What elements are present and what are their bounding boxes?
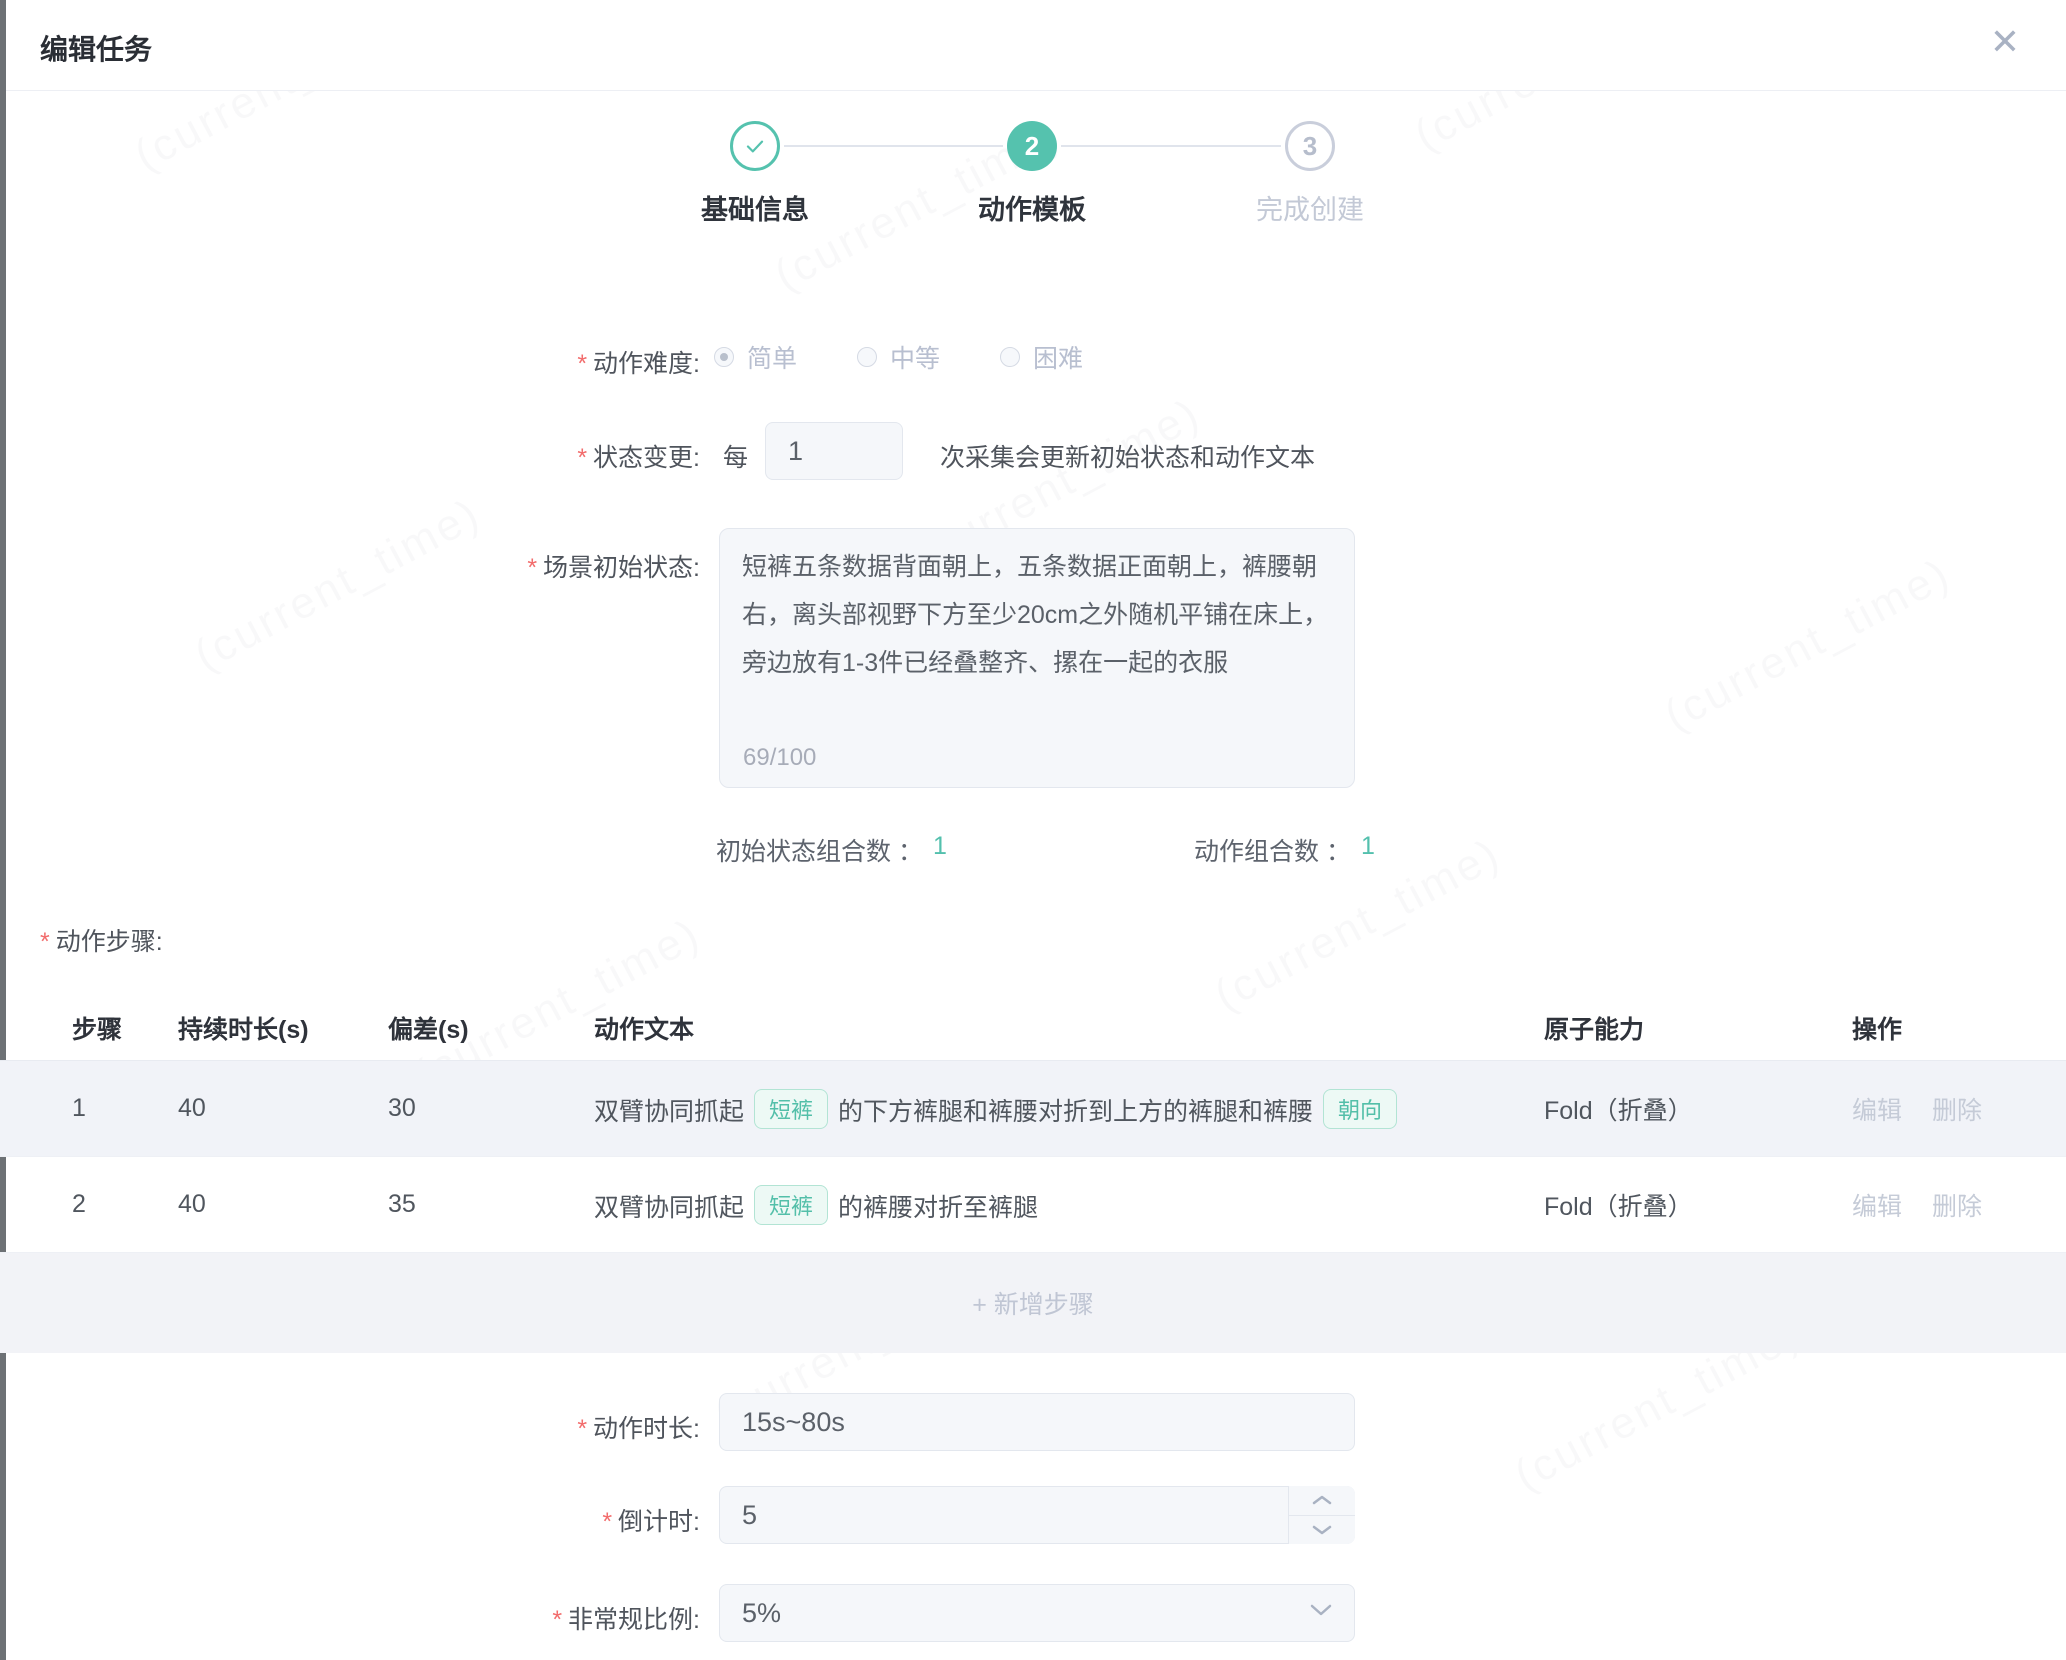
action-steps-label: *动作步骤:: [40, 922, 163, 958]
radio-medium-label[interactable]: 中等: [890, 339, 940, 375]
difficulty-label: *动作难度:: [0, 344, 700, 380]
combo-value: 1: [1361, 832, 1375, 868]
spinner-down-button[interactable]: [1289, 1516, 1355, 1545]
table-row: 24035双臂协同抓起短裤的裤腰对折至裤腿Fold（折叠）编辑删除: [0, 1157, 2066, 1253]
header-step: 步骤: [62, 1010, 178, 1046]
state-change-label: *状态变更:: [0, 438, 700, 474]
chevron-down-icon: [1311, 1524, 1333, 1536]
action-text: 双臂协同抓起: [594, 1098, 744, 1126]
action-text: 的裤腰对折至裤腿: [838, 1194, 1038, 1222]
ability-cell: Fold（折叠）: [1544, 1091, 1852, 1127]
radio-circle-icon: [1000, 347, 1020, 367]
delete-button[interactable]: 删除: [1932, 1097, 1982, 1125]
countdown-label: *倒计时:: [0, 1502, 700, 1538]
required-asterisk: *: [577, 444, 587, 472]
close-icon[interactable]: ✕: [1990, 24, 2020, 60]
duration-cell: 40: [178, 1190, 388, 1219]
required-asterisk: *: [577, 1415, 587, 1443]
deviation-cell: 35: [388, 1190, 594, 1219]
edit-task-dialog: (current_time)(current_time)(current_tim…: [0, 0, 2066, 1660]
header-actions: 操作: [1852, 1010, 2066, 1046]
action-text: 双臂协同抓起: [594, 1194, 744, 1222]
step-1-label: 基础信息: [630, 188, 880, 227]
step-2-circle[interactable]: 2: [1007, 121, 1057, 171]
step-3-label: 完成创建: [1185, 188, 1435, 227]
initial-state-label: *场景初始状态:: [0, 548, 700, 584]
required-asterisk: *: [40, 928, 50, 956]
radio-hard[interactable]: 困难: [1000, 339, 1083, 375]
step-2-label: 动作模板: [907, 188, 1157, 227]
step-2-number: 2: [1025, 131, 1039, 162]
countdown-value: 5: [742, 1500, 757, 1531]
combo-value: 1: [933, 832, 947, 868]
header-deviation: 偏差(s): [388, 1010, 594, 1046]
countdown-input[interactable]: 5: [719, 1486, 1355, 1544]
step-connector: [1061, 145, 1281, 147]
initial-state-combo-count: 初始状态组合数 ： 1: [716, 832, 947, 868]
initial-state-field: 短裤五条数据背面朝上，五条数据正面朝上，裤腰朝右，离头部视野下方至少20cm之外…: [719, 528, 1355, 788]
keyword-tag: 朝向: [1323, 1089, 1397, 1129]
step-cell: 1: [62, 1094, 178, 1123]
table-header-row: 步骤 持续时长(s) 偏差(s) 动作文本 原子能力 操作: [0, 995, 2066, 1061]
required-asterisk: *: [602, 1508, 612, 1536]
unusual-ratio-label: *非常规比例:: [0, 1600, 700, 1636]
step-cell: 2: [62, 1190, 178, 1219]
actions-cell: 编辑 删除: [1852, 1187, 2066, 1223]
duration-value: 15s~80s: [742, 1407, 845, 1438]
radio-hard-label[interactable]: 困难: [1033, 339, 1083, 375]
keyword-tag: 短裤: [754, 1089, 828, 1129]
radio-circle-icon: [857, 347, 877, 367]
step-1-circle[interactable]: [730, 121, 780, 171]
number-spinner: [1288, 1486, 1355, 1544]
spinner-up-button[interactable]: [1289, 1486, 1355, 1516]
state-change-input[interactable]: [765, 422, 903, 480]
action-steps-table: 步骤 持续时长(s) 偏差(s) 动作文本 原子能力 操作 14030双臂协同抓…: [0, 995, 2066, 1353]
chevron-up-icon: [1311, 1494, 1333, 1506]
dialog-title: 编辑任务: [40, 28, 152, 68]
duration-label: *动作时长:: [0, 1409, 700, 1445]
radio-easy[interactable]: 简单: [714, 339, 797, 375]
radio-circle-icon: [714, 347, 734, 367]
table-body: 14030双臂协同抓起短裤的下方裤腿和裤腰对折到上方的裤腿和裤腰朝向Fold（折…: [0, 1061, 2066, 1253]
delete-button[interactable]: 删除: [1932, 1193, 1982, 1221]
char-counter: 69/100: [743, 744, 816, 772]
actions-cell: 编辑 删除: [1852, 1091, 2066, 1127]
watermark-text: (current_time): [1657, 549, 1959, 741]
edit-button[interactable]: 编辑: [1852, 1097, 1902, 1125]
state-change-suffix: 次采集会更新初始状态和动作文本: [940, 438, 1315, 474]
combo-label: 动作组合数 ：: [1194, 832, 1351, 868]
table-row: 14030双臂协同抓起短裤的下方裤腿和裤腰对折到上方的裤腿和裤腰朝向Fold（折…: [0, 1061, 2066, 1157]
ability-cell: Fold（折叠）: [1544, 1187, 1852, 1223]
chevron-down-icon: [1308, 1602, 1334, 1618]
check-icon: [742, 133, 768, 159]
difficulty-radio-group: 简单 中等 困难: [714, 336, 1083, 378]
dialog-titlebar: 编辑任务 ✕: [6, 0, 2066, 91]
unusual-ratio-value: 5%: [742, 1598, 781, 1629]
step-connector: [784, 145, 1003, 147]
action-text: 的下方裤腿和裤腰对折到上方的裤腿和裤腰: [838, 1098, 1313, 1126]
header-ability: 原子能力: [1544, 1010, 1852, 1046]
required-asterisk: *: [577, 350, 587, 378]
step-3-circle[interactable]: 3: [1285, 121, 1335, 171]
keyword-tag: 短裤: [754, 1185, 828, 1225]
duration-cell: 40: [178, 1094, 388, 1123]
action-text-cell: 双臂协同抓起短裤的下方裤腿和裤腰对折到上方的裤腿和裤腰朝向: [594, 1089, 1544, 1129]
add-step-button[interactable]: + 新增步骤: [0, 1253, 2066, 1353]
radio-medium[interactable]: 中等: [857, 339, 940, 375]
header-action-text: 动作文本: [594, 1010, 1544, 1046]
action-text-cell: 双臂协同抓起短裤的裤腰对折至裤腿: [594, 1185, 1544, 1225]
step-3-number: 3: [1303, 131, 1317, 162]
radio-easy-label[interactable]: 简单: [747, 339, 797, 375]
header-duration: 持续时长(s): [178, 1010, 388, 1046]
edit-button[interactable]: 编辑: [1852, 1193, 1902, 1221]
combo-label: 初始状态组合数 ：: [716, 832, 923, 868]
state-change-prefix: 每: [723, 438, 748, 474]
deviation-cell: 30: [388, 1094, 594, 1123]
required-asterisk: *: [552, 1606, 562, 1634]
action-combo-count: 动作组合数 ： 1: [1194, 832, 1375, 868]
unusual-ratio-select[interactable]: 5%: [719, 1584, 1355, 1642]
required-asterisk: *: [527, 554, 537, 582]
duration-input[interactable]: 15s~80s: [719, 1393, 1355, 1451]
watermark-text: (current_time): [187, 489, 489, 681]
